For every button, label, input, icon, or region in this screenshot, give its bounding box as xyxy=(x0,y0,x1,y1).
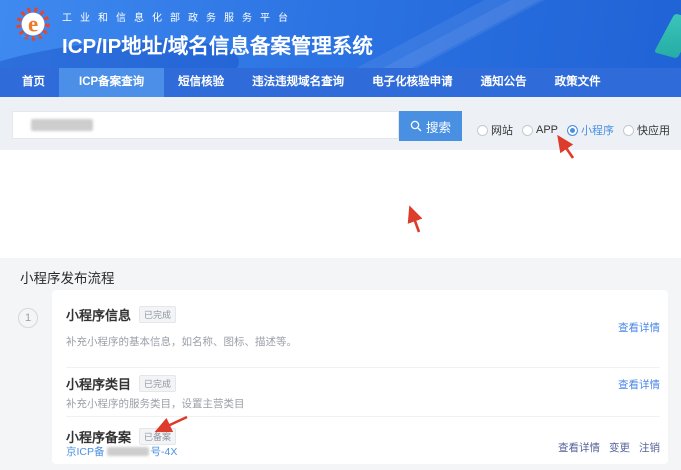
platform-name: 工业和信息化部政务服务平台 xyxy=(62,9,373,24)
nav-item-e-verify[interactable]: 电子化核验申请 xyxy=(358,68,467,97)
item-title-text: 小程序信息 xyxy=(66,305,131,324)
results-area: 序号 主办单位名称 主办单位性质 服务备案号 审核日期 操作 1 个人 京ICP… xyxy=(0,150,681,258)
nav-item-icp-query[interactable]: ICP备案查询 xyxy=(59,68,164,97)
flow-item-info-title: 小程序信息 已完成 xyxy=(66,305,176,324)
radio-circle-icon xyxy=(623,125,634,136)
flow-card: 小程序信息 已完成 查看详情 补充小程序的基本信息，如名称、图标、描述等。 小程… xyxy=(52,290,668,464)
flow-item-category-desc: 补充小程序的服务类目，设置主营类目 xyxy=(66,396,245,411)
divider xyxy=(66,367,660,368)
system-title: ICP/IP地址/域名信息备案管理系统 xyxy=(62,29,373,59)
status-badge: 已完成 xyxy=(139,375,176,392)
radio-quickapp[interactable]: 快应用 xyxy=(623,122,670,138)
main-nav: 首页 ICP备案查询 短信核验 违法违规域名查询 电子化核验申请 通知公告 政策… xyxy=(0,68,681,97)
divider xyxy=(66,416,660,417)
search-button-label: 搜索 xyxy=(426,117,451,136)
step-number-badge: 1 xyxy=(18,308,38,328)
radio-miniprogram[interactable]: 小程序 xyxy=(567,122,614,138)
miit-logo-icon: e xyxy=(13,5,55,47)
nav-item-home[interactable]: 首页 xyxy=(8,68,59,97)
search-button[interactable]: 搜索 xyxy=(399,111,462,141)
view-details-link[interactable]: 查看详情 xyxy=(618,377,660,392)
filing-number-link[interactable]: 京ICP备 号-4X xyxy=(66,444,177,459)
radio-label: APP xyxy=(536,124,558,136)
view-details-link[interactable]: 查看详情 xyxy=(558,440,600,455)
flow-item-info-desc: 补充小程序的基本信息，如名称、图标、描述等。 xyxy=(66,334,297,349)
app-header: e 工业和信息化部政务服务平台 ICP/IP地址/域名信息备案管理系统 xyxy=(0,0,681,68)
nav-item-notices[interactable]: 通知公告 xyxy=(467,68,541,97)
filing-prefix: 京ICP备 xyxy=(66,444,105,459)
flow-section-title: 小程序发布流程 xyxy=(20,267,115,287)
status-badge-filed: 已备案 xyxy=(139,428,176,445)
radio-label: 网站 xyxy=(491,122,513,138)
cancel-link[interactable]: 注销 xyxy=(639,440,660,455)
nav-item-sms-verify[interactable]: 短信核验 xyxy=(164,68,238,97)
change-link[interactable]: 变更 xyxy=(609,440,630,455)
radio-label: 快应用 xyxy=(637,122,670,138)
radio-label: 小程序 xyxy=(581,122,614,138)
header-decor-teal xyxy=(654,13,681,58)
item-title-text: 小程序类目 xyxy=(66,374,131,393)
view-details-link[interactable]: 查看详情 xyxy=(618,320,660,335)
search-type-radios: 网站 APP 小程序 快应用 xyxy=(477,122,670,138)
radio-website[interactable]: 网站 xyxy=(477,122,513,138)
nav-item-illegal-domain[interactable]: 违法违规域名查询 xyxy=(238,68,358,97)
redacted-search-text xyxy=(31,119,93,131)
radio-selected-icon xyxy=(567,125,578,136)
miniprogram-flow-section: 小程序发布流程 1 小程序信息 已完成 查看详情 补充小程序的基本信息，如名称、… xyxy=(0,258,681,470)
redacted-filing-number xyxy=(107,447,149,456)
search-icon xyxy=(410,120,422,132)
search-input[interactable] xyxy=(12,111,399,139)
radio-app[interactable]: APP xyxy=(522,124,558,136)
search-section: 搜索 网站 APP 小程序 快应用 xyxy=(0,97,681,150)
flow-item-category-title: 小程序类目 已完成 xyxy=(66,374,176,393)
radio-circle-icon xyxy=(522,125,533,136)
nav-item-policy-docs[interactable]: 政策文件 xyxy=(541,68,615,97)
status-badge: 已完成 xyxy=(139,306,176,323)
filing-suffix: 号-4X xyxy=(151,444,178,459)
filing-action-links: 查看详情 变更 注销 xyxy=(558,440,660,455)
svg-text:e: e xyxy=(28,12,38,37)
radio-circle-icon xyxy=(477,125,488,136)
